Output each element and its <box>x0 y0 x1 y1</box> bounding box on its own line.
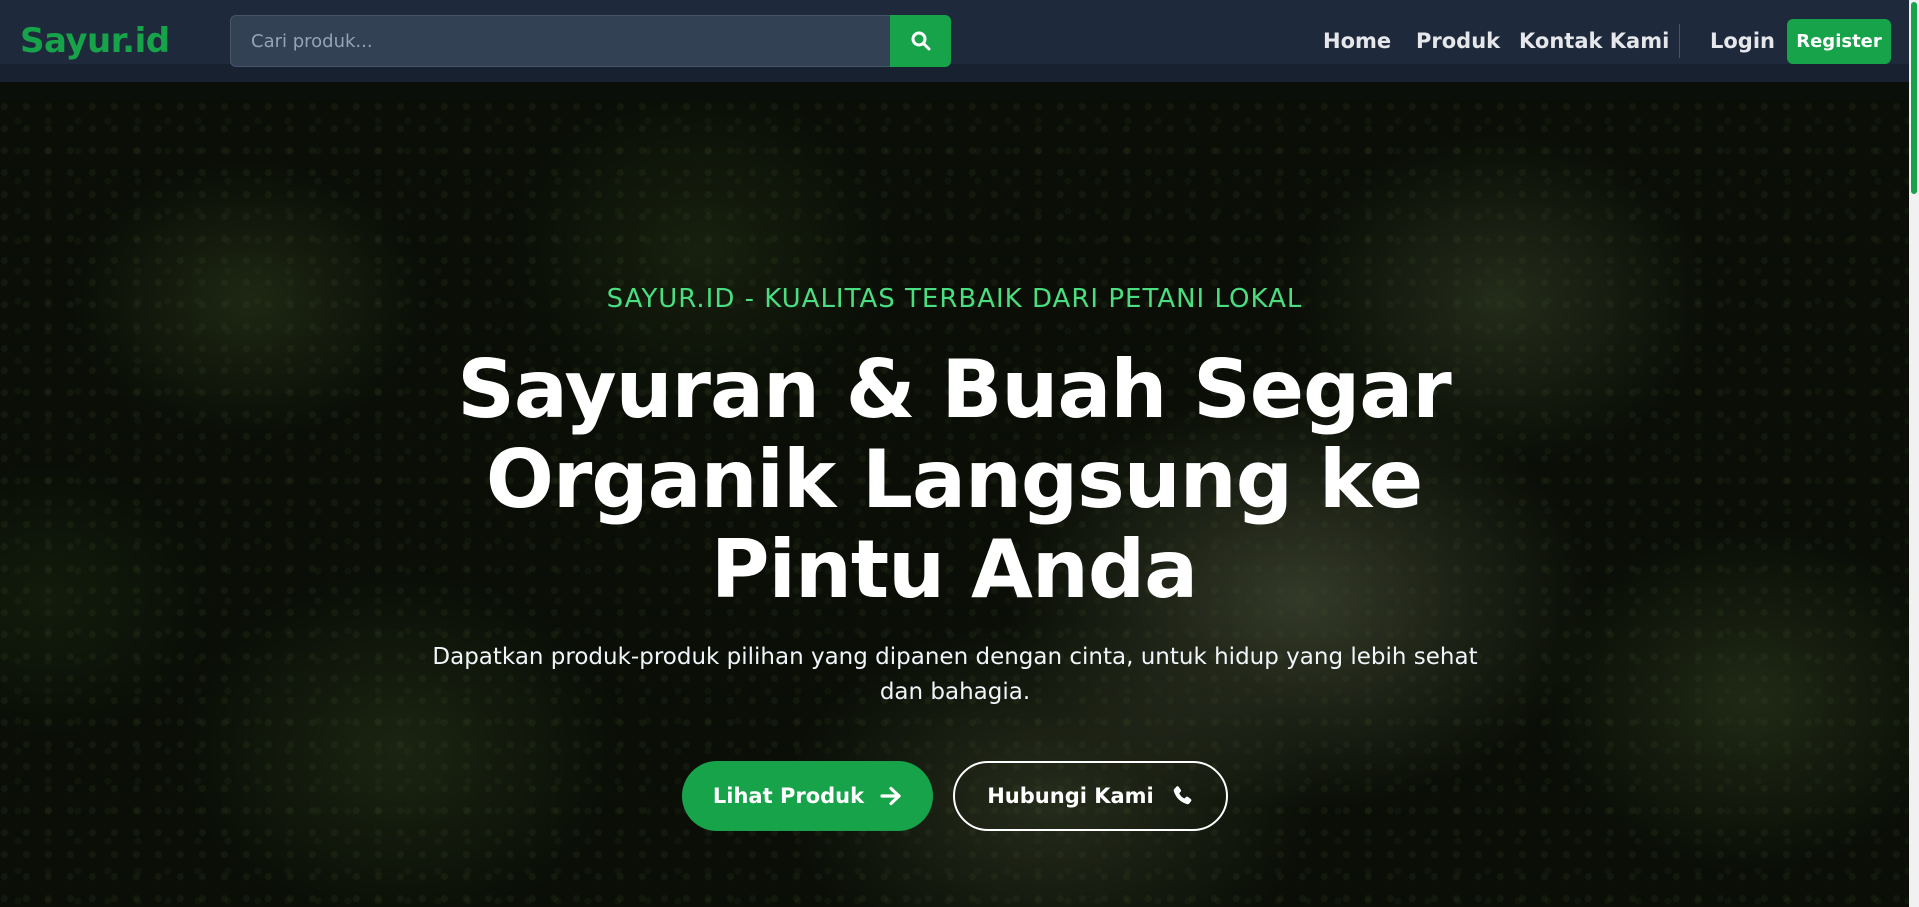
hero-section: SAYUR.ID - KUALITAS TERBAIK DARI PETANI … <box>0 100 1909 907</box>
hero-description: Dapatkan produk-produk pilihan yang dipa… <box>432 644 1478 705</box>
search-button[interactable] <box>890 15 951 67</box>
nav-link-kontak-main[interactable]: Kontak Kami <box>1519 26 1669 56</box>
login-link[interactable]: Login <box>1710 26 1775 56</box>
hero-eyebrow: SAYUR.ID - KUALITAS TERBAIK DARI PETANI … <box>606 284 1303 314</box>
page-scrollbar[interactable] <box>1909 0 1919 907</box>
phone-icon <box>1170 784 1194 808</box>
lihat-produk-button[interactable]: Lihat Produk <box>682 761 933 831</box>
hubungi-kami-button[interactable]: Hubungi Kami <box>953 761 1228 831</box>
nav-divider <box>1679 24 1680 58</box>
hubungi-kami-label: Hubungi Kami <box>987 784 1154 808</box>
nav-link-home-main[interactable]: Home <box>1323 26 1391 56</box>
register-button[interactable]: Register <box>1787 19 1891 64</box>
search-input[interactable] <box>230 15 890 67</box>
brand-logo[interactable]: Sayur.id <box>20 19 170 63</box>
search-icon <box>911 31 931 51</box>
search-bar <box>230 15 951 67</box>
hero-title: Sayuran & Buah Segar Organik Langsung ke… <box>457 343 1451 616</box>
lihat-produk-label: Lihat Produk <box>712 784 865 808</box>
nav-link-produk-main[interactable]: Produk <box>1416 26 1500 56</box>
scrollbar-thumb[interactable] <box>1911 2 1917 194</box>
arrow-right-icon <box>880 786 902 806</box>
